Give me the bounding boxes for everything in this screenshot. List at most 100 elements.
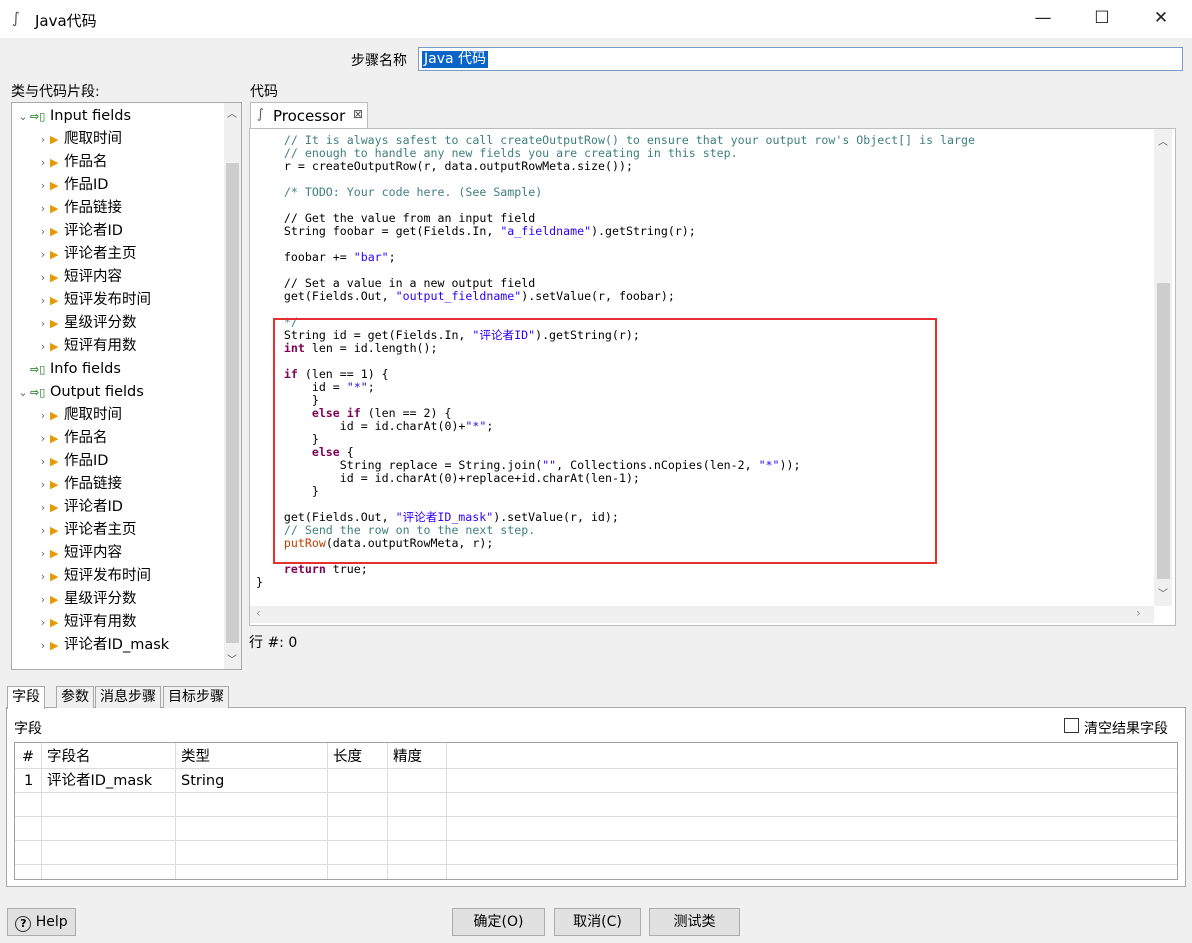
help-button[interactable]: ? Help — [7, 908, 76, 936]
chevron-right-icon[interactable]: › — [36, 474, 50, 496]
chevron-down-icon[interactable]: ⌄ — [16, 106, 30, 128]
tree-output-field-2[interactable]: › ▶ 作品ID — [36, 450, 109, 473]
chevron-right-icon[interactable]: › — [36, 290, 50, 312]
chevron-right-icon[interactable]: › — [36, 152, 50, 174]
tab-processor[interactable]: ∫ Processor ⊠ — [250, 102, 368, 129]
table-cell[interactable] — [328, 769, 388, 793]
table-cell-empty[interactable] — [42, 865, 176, 879]
chevron-right-icon[interactable]: › — [36, 428, 50, 450]
close-icon[interactable]: ⊠ — [353, 107, 363, 121]
scroll-up-icon[interactable]: ︿ — [1158, 133, 1168, 148]
scroll-down-icon[interactable]: ﹀ — [1158, 585, 1168, 600]
chevron-right-icon[interactable]: › — [36, 129, 50, 151]
table-cell-empty[interactable] — [176, 817, 328, 841]
chevron-right-icon[interactable]: › — [36, 497, 50, 519]
tree-output-field-9[interactable]: › ▶ 短评有用数 — [36, 611, 137, 633]
chevron-right-icon[interactable]: › — [36, 175, 50, 197]
tree-output-field-0[interactable]: › ▶ 爬取时间 — [36, 404, 122, 426]
chevron-right-icon[interactable]: › — [36, 635, 50, 657]
chevron-right-icon[interactable]: › — [36, 244, 50, 266]
table-cell-empty[interactable] — [42, 793, 176, 817]
tree-input-field-9[interactable]: › ▶ 短评有用数 — [36, 335, 137, 357]
table-cell-empty[interactable] — [176, 841, 328, 865]
table-cell-empty[interactable] — [388, 841, 447, 865]
tree-input-field-2[interactable]: › ▶ 作品ID — [36, 174, 109, 197]
chevron-right-icon[interactable]: › — [36, 336, 50, 358]
maximize-button[interactable]: ☐ — [1079, 0, 1125, 38]
table-cell-empty[interactable] — [15, 865, 42, 879]
scroll-left-icon[interactable]: ‹ — [256, 606, 261, 620]
chevron-down-icon[interactable]: ⌄ — [16, 382, 30, 404]
table-cell-empty[interactable] — [42, 841, 176, 865]
step-name-input[interactable]: Java 代码 — [418, 47, 1183, 71]
test-class-button[interactable]: 测试类 — [649, 908, 740, 936]
tree-output-field-6[interactable]: › ▶ 短评内容 — [36, 542, 122, 564]
tree-group-output-fields[interactable]: ⌄ ⇨▯ Output fields — [16, 381, 143, 404]
ok-button[interactable]: 确定(O) — [452, 908, 545, 936]
table-cell[interactable]: 1 — [15, 769, 42, 793]
tree-input-field-6[interactable]: › ▶ 短评内容 — [36, 266, 122, 288]
tree-output-field-1[interactable]: › ▶ 作品名 — [36, 427, 108, 449]
fields-table[interactable]: # ^ 字段名 类型 长度 精度 1 评论者ID_mask String — [14, 742, 1178, 880]
tab-parameters[interactable]: 参数 — [56, 686, 94, 708]
chevron-right-icon[interactable]: › — [36, 589, 50, 611]
tree-input-field-8[interactable]: › ▶ 星级评分数 — [36, 312, 137, 334]
tree-output-field-3[interactable]: › ▶ 作品链接 — [36, 473, 122, 495]
chevron-right-icon[interactable]: › — [36, 543, 50, 565]
chevron-right-icon[interactable]: › — [36, 520, 50, 542]
chevron-right-icon[interactable]: › — [36, 566, 50, 588]
table-cell-empty[interactable] — [15, 841, 42, 865]
close-button[interactable]: ✕ — [1138, 0, 1184, 38]
chevron-right-icon[interactable]: › — [36, 267, 50, 289]
tree-input-field-0[interactable]: › ▶ 爬取时间 — [36, 128, 122, 150]
scroll-down-icon[interactable]: ﹀ — [227, 651, 237, 666]
column-header-precision[interactable]: 精度 — [388, 743, 447, 769]
table-cell-empty[interactable] — [388, 865, 447, 879]
tree-input-field-1[interactable]: › ▶ 作品名 — [36, 151, 108, 173]
chevron-right-icon[interactable]: › — [36, 198, 50, 220]
tree-input-field-7[interactable]: › ▶ 短评发布时间 — [36, 289, 151, 311]
column-header-type[interactable]: 类型 — [176, 743, 328, 769]
tree-output-field-8[interactable]: › ▶ 星级评分数 — [36, 588, 137, 610]
table-cell[interactable] — [388, 769, 447, 793]
chevron-right-icon[interactable]: › — [36, 313, 50, 335]
tree-output-field-5[interactable]: › ▶ 评论者主页 — [36, 519, 137, 541]
table-cell-empty[interactable] — [328, 841, 388, 865]
column-header-field-name[interactable]: 字段名 — [42, 743, 176, 769]
tree-group-input-fields[interactable]: ⌄ ⇨▯ Input fields — [16, 105, 131, 127]
tab-target-steps[interactable]: 目标步骤 — [163, 686, 229, 708]
minimize-button[interactable]: — — [1020, 0, 1066, 38]
tree-output-field-10[interactable]: › ▶ 评论者ID_mask — [36, 634, 169, 656]
column-header-length[interactable]: 长度 — [328, 743, 388, 769]
table-cell-empty[interactable] — [42, 817, 176, 841]
table-cell-empty[interactable] — [15, 817, 42, 841]
table-cell[interactable]: String — [176, 769, 328, 793]
table-cell-empty[interactable] — [328, 865, 388, 879]
table-cell-empty[interactable] — [176, 793, 328, 817]
tree-scrollbar[interactable]: ︿ ﹀ — [224, 103, 241, 669]
chevron-right-icon[interactable]: › — [36, 451, 50, 473]
table-cell-empty[interactable] — [388, 817, 447, 841]
code-scroll-thumb[interactable] — [1157, 283, 1170, 579]
tree-group-info-fields[interactable]: ⇨▯ Info fields — [16, 358, 121, 380]
table-cell-empty[interactable] — [388, 793, 447, 817]
table-cell-empty[interactable] — [15, 793, 42, 817]
table-cell-empty[interactable] — [328, 817, 388, 841]
table-cell-empty[interactable] — [176, 865, 328, 879]
chevron-right-icon[interactable]: › — [36, 405, 50, 427]
cancel-button[interactable]: 取消(C) — [554, 908, 641, 936]
tree-input-field-3[interactable]: › ▶ 作品链接 — [36, 197, 122, 219]
tab-info-steps[interactable]: 消息步骤 — [95, 686, 161, 708]
tree-input-field-5[interactable]: › ▶ 评论者主页 — [36, 243, 137, 265]
tree-output-field-7[interactable]: › ▶ 短评发布时间 — [36, 565, 151, 587]
code-horizontal-scrollbar[interactable]: ‹ › — [250, 606, 1154, 623]
chevron-right-icon[interactable]: › — [36, 612, 50, 634]
clear-result-fields-checkbox[interactable] — [1064, 718, 1079, 733]
tree-output-field-4[interactable]: › ▶ 评论者ID — [36, 496, 123, 518]
classes-tree[interactable]: ⌄ ⇨▯ Input fields › ▶ 爬取时间 › ▶ 作品名 › ▶ 作品ID › ▶ 作品链接 › ▶… — [11, 102, 242, 670]
scroll-right-icon[interactable]: › — [1136, 606, 1141, 620]
table-cell-empty[interactable] — [328, 793, 388, 817]
scroll-up-icon[interactable]: ︿ — [227, 105, 237, 120]
tree-scroll-thumb[interactable] — [226, 163, 239, 643]
table-cell[interactable]: 评论者ID_mask — [42, 769, 176, 793]
